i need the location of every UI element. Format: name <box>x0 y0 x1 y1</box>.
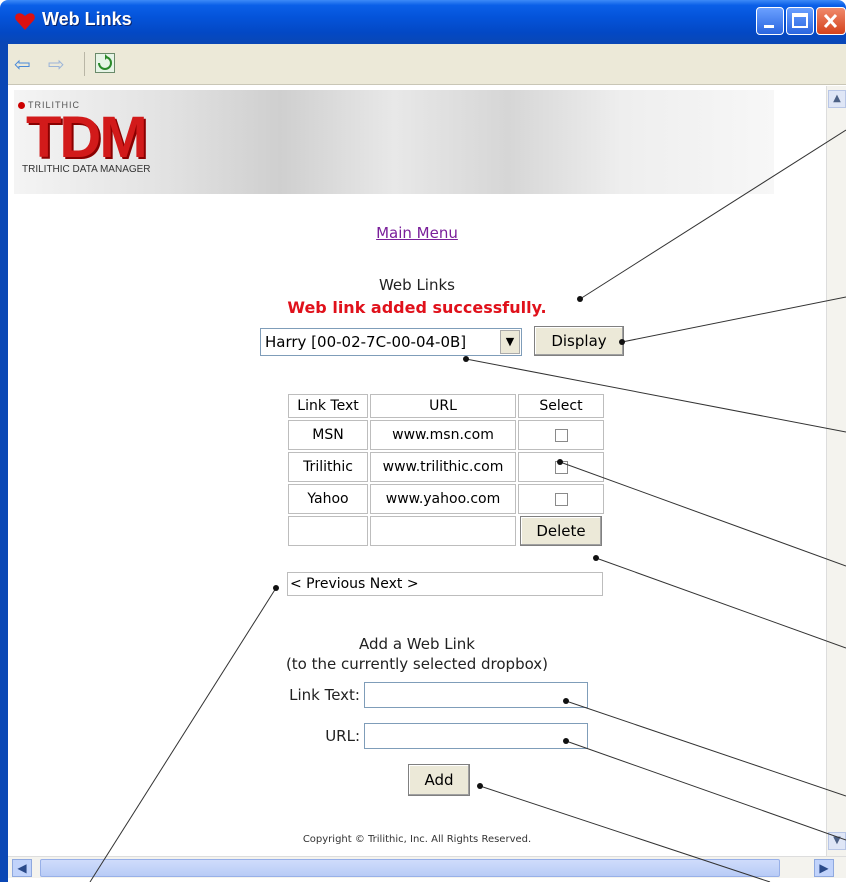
link-text-cell: MSN <box>288 420 368 450</box>
page-heading: Web Links <box>378 276 455 294</box>
tdm-logo: TDM <box>26 105 148 170</box>
toolbar: ⇦ ⇨ <box>0 44 846 85</box>
link-text-input[interactable] <box>364 682 588 708</box>
forward-arrow-icon[interactable]: ⇨ <box>48 54 65 74</box>
link-text-cell: Yahoo <box>288 484 368 514</box>
scroll-down-arrow-icon[interactable]: ▼ <box>828 832 846 850</box>
table-row: MSN www.msn.com <box>288 420 604 450</box>
empty-cell <box>370 516 516 546</box>
table-row: Trilithic www.trilithic.com <box>288 452 604 482</box>
links-table: Link Text URL Select MSN www.msn.com Tri… <box>286 392 606 548</box>
link-text-cell: Trilithic <box>288 452 368 482</box>
main-menu-link[interactable]: Main Menu <box>8 224 826 242</box>
scroll-left-arrow-icon[interactable]: ◀ <box>12 859 32 877</box>
vertical-scrollbar[interactable]: ▲ ▼ <box>826 86 846 856</box>
dropbox-select[interactable]: Harry [00-02-7C-00-04-0B] ▼ <box>260 328 522 356</box>
logo-subtitle: TRILITHIC DATA MANAGER <box>22 164 151 175</box>
delete-button[interactable]: Delete <box>520 516 602 546</box>
toolbar-divider <box>84 52 85 76</box>
maximize-button[interactable] <box>786 7 814 35</box>
link-text-label: Link Text: <box>289 686 360 704</box>
delete-cell: Delete <box>518 516 604 546</box>
minimize-button[interactable] <box>756 7 784 35</box>
add-link-title-line2: (to the currently selected dropbox) <box>285 655 549 673</box>
select-checkbox-msn[interactable] <box>554 428 568 442</box>
maximize-icon <box>792 13 808 28</box>
copyright-text: Copyright © Trilithic, Inc. All Rights R… <box>302 834 532 845</box>
chevron-down-icon[interactable]: ▼ <box>500 330 520 354</box>
url-label: URL: <box>325 727 360 745</box>
close-button[interactable] <box>816 7 846 35</box>
refresh-icon[interactable] <box>95 53 115 73</box>
pager-previous-next[interactable]: < Previous Next > <box>287 572 603 596</box>
scroll-right-arrow-icon[interactable]: ▶ <box>814 859 834 877</box>
column-header-select: Select <box>518 394 604 418</box>
title-bar[interactable]: Web Links <box>0 0 846 44</box>
app-heart-icon <box>15 13 35 30</box>
add-link-title-line1: Add a Web Link <box>359 635 475 653</box>
table-row: Delete <box>288 516 604 546</box>
add-link-title: Add a Web Link (to the currently selecte… <box>8 634 826 674</box>
horizontal-scrollbar[interactable]: ◀ ▶ <box>8 856 846 878</box>
table-row: Yahoo www.yahoo.com <box>288 484 604 514</box>
window-left-border <box>0 44 8 882</box>
status-message: Web link added successfully. <box>287 298 547 317</box>
select-cell <box>518 484 604 514</box>
window-title: Web Links <box>42 9 132 29</box>
empty-cell <box>288 516 368 546</box>
page-content: TRILITHIC TDM TRILITHIC DATA MANAGER Mai… <box>8 86 826 856</box>
url-cell: www.msn.com <box>370 420 516 450</box>
back-arrow-icon[interactable]: ⇦ <box>14 54 31 74</box>
select-checkbox-yahoo[interactable] <box>554 492 568 506</box>
scroll-up-arrow-icon[interactable]: ▲ <box>828 90 846 108</box>
select-checkbox-trilithic[interactable] <box>554 460 568 474</box>
add-button[interactable]: Add <box>408 764 470 796</box>
brand-dot-icon <box>18 102 25 109</box>
header-banner: TRILITHIC TDM TRILITHIC DATA MANAGER <box>14 90 774 194</box>
column-header-link-text: Link Text <box>288 394 368 418</box>
browser-window: Web Links ⇦ ⇨ TRILITHIC TDM TRILITHIC DA… <box>0 0 846 882</box>
column-header-url: URL <box>370 394 516 418</box>
horizontal-scroll-thumb[interactable] <box>40 859 780 877</box>
close-icon <box>823 13 838 29</box>
minimize-icon <box>764 25 774 28</box>
url-cell: www.trilithic.com <box>370 452 516 482</box>
select-cell <box>518 452 604 482</box>
table-header-row: Link Text URL Select <box>288 394 604 418</box>
select-cell <box>518 420 604 450</box>
url-cell: www.yahoo.com <box>370 484 516 514</box>
url-input[interactable] <box>364 723 588 749</box>
dropbox-selected-value: Harry [00-02-7C-00-04-0B] <box>265 333 467 351</box>
display-button[interactable]: Display <box>534 326 624 356</box>
